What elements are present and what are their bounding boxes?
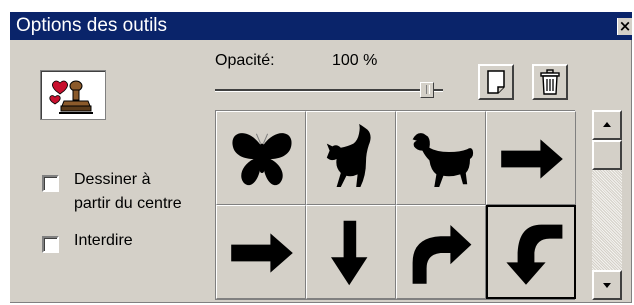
forbid-checkbox[interactable]: [42, 236, 59, 253]
draw-from-center-checkbox[interactable]: [42, 175, 59, 192]
scroll-down-button[interactable]: [592, 270, 622, 300]
curved-arrow-right-icon: [412, 225, 472, 284]
rubber-stamp-icon: [49, 80, 93, 114]
arrow-right-icon: [501, 139, 563, 179]
shape-cell-arrow-down[interactable]: [306, 205, 396, 299]
tool-options-window: Options des outils × Opacité: 100 % Dess…: [10, 12, 632, 303]
shape-cell-butterfly[interactable]: [216, 111, 306, 205]
close-button[interactable]: ×: [617, 18, 632, 35]
shape-cell-dog[interactable]: [396, 111, 486, 205]
triangle-down-icon: [603, 283, 611, 288]
title-bar[interactable]: Options des outils ×: [10, 12, 632, 40]
shape-cell-arrow-curve-right[interactable]: [396, 205, 486, 299]
scroll-thumb[interactable]: [592, 140, 622, 170]
shape-grid: [215, 110, 576, 300]
shape-cell-arrow-right[interactable]: [486, 111, 576, 205]
opacity-slider-track[interactable]: [215, 89, 443, 92]
cat-icon: [326, 124, 371, 187]
opacity-slider-thumb[interactable]: [420, 82, 434, 98]
scroll-up-button[interactable]: [592, 110, 622, 140]
triangle-up-icon: [603, 122, 611, 127]
shape-cell-arrow-curve-down[interactable]: [486, 205, 576, 299]
shape-cell-arrow-right-2[interactable]: [216, 205, 306, 299]
window-title: Options des outils: [16, 15, 168, 36]
opacity-value: 100 %: [332, 52, 378, 69]
draw-from-center-label: Dessiner à: [74, 171, 151, 188]
new-shape-button[interactable]: [478, 64, 514, 100]
butterfly-icon: [232, 133, 292, 186]
close-icon: ×: [618, 17, 632, 35]
shape-cell-cat[interactable]: [306, 111, 396, 205]
forbid-label: Interdire: [74, 232, 133, 249]
delete-shape-button[interactable]: [532, 64, 568, 100]
opacity-label: Opacité:: [215, 52, 275, 69]
dog-icon: [412, 133, 474, 187]
trash-icon: [540, 69, 560, 95]
curved-arrow-down-icon: [506, 224, 563, 285]
shape-grid-scrollbar[interactable]: [592, 110, 622, 300]
arrow-down-icon: [331, 220, 368, 286]
arrow-right-icon: [231, 233, 293, 273]
draw-from-center-label-line2: partir du centre: [74, 195, 182, 212]
tool-preview[interactable]: [40, 70, 106, 120]
new-page-icon: [487, 70, 505, 94]
